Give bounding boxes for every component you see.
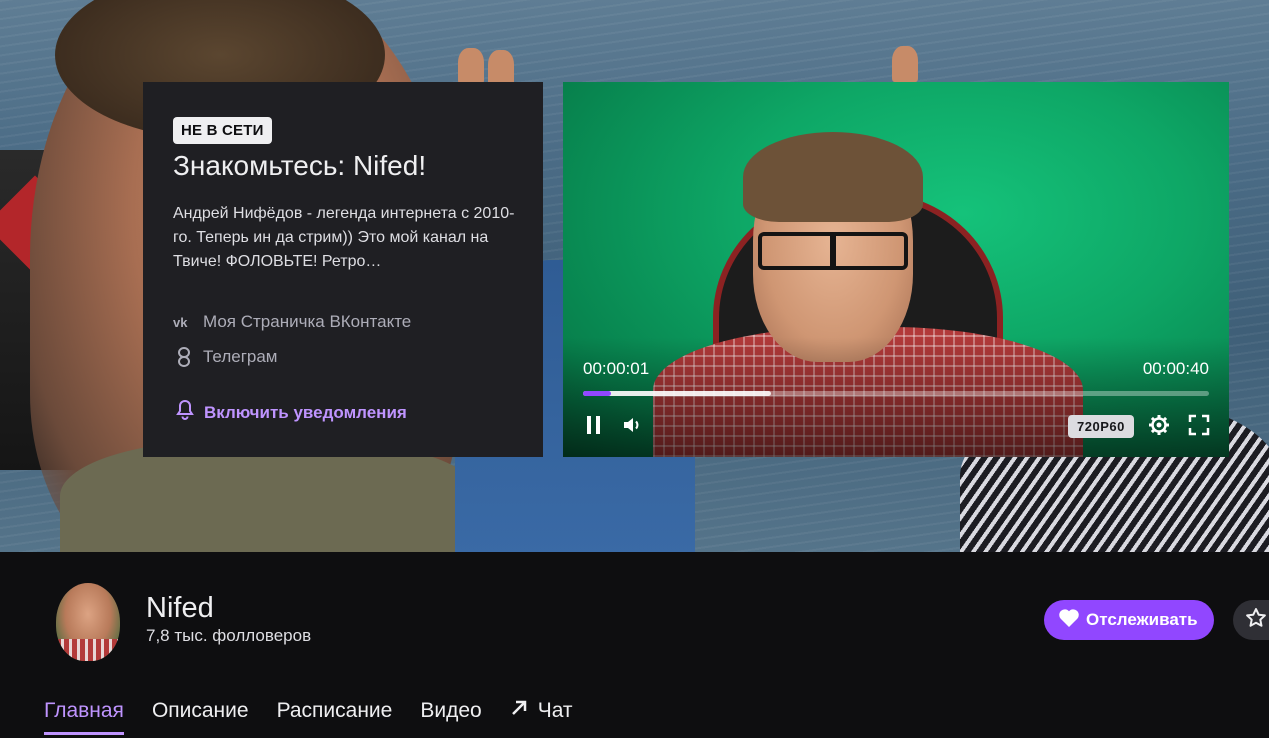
telegram-link[interactable]: Телеграм — [173, 347, 278, 367]
vk-link[interactable]: vk Моя Страничка ВКонтакте — [173, 312, 411, 332]
channel-tabs: Главная Описание Расписание Видео Чат — [44, 699, 573, 735]
settings-button[interactable] — [1146, 414, 1172, 440]
offline-badge: НЕ В СЕТИ — [173, 117, 272, 144]
pause-icon — [585, 415, 603, 440]
favorite-button[interactable] — [1233, 600, 1269, 640]
follow-button[interactable]: Отслеживать — [1044, 600, 1214, 640]
current-time: 00:00:01 — [583, 359, 650, 378]
star-icon — [1245, 607, 1267, 634]
video-controls-shade — [563, 337, 1229, 457]
banner-beach-person — [488, 50, 514, 86]
played-bar — [583, 391, 612, 396]
buffer-bar — [583, 391, 771, 396]
seek-bar[interactable] — [583, 391, 1209, 396]
enable-notifications-button[interactable]: Включить уведомления — [176, 399, 407, 425]
avatar[interactable] — [56, 583, 120, 661]
tab-home[interactable]: Главная — [44, 699, 124, 735]
offline-about-panel: НЕ В СЕТИ Знакомьтесь: Nifed! Андрей Ниф… — [143, 82, 543, 457]
follower-count: 7,8 тыс. фолловеров — [146, 626, 312, 645]
tab-about[interactable]: Описание — [152, 699, 249, 735]
telegram-link-label: Телеграм — [203, 347, 278, 366]
bell-icon — [176, 399, 194, 425]
tab-label: Главная — [44, 699, 124, 722]
link-icon — [173, 347, 195, 367]
video-glasses — [758, 232, 908, 270]
enable-notifications-label: Включить уведомления — [204, 402, 407, 422]
tab-chat[interactable]: Чат — [510, 699, 573, 735]
fullscreen-button[interactable] — [1186, 414, 1212, 440]
tab-label: Видео — [420, 699, 482, 722]
video-player[interactable]: 00:00:01 00:00:40 720P60 — [563, 82, 1229, 457]
about-title: Знакомьтесь: Nifed! — [173, 150, 427, 181]
quality-badge[interactable]: 720P60 — [1068, 415, 1134, 438]
video-hair — [743, 132, 923, 222]
tab-label: Описание — [151, 699, 249, 722]
volume-button[interactable] — [619, 414, 645, 440]
svg-text:vk: vk — [173, 315, 188, 329]
channel-name[interactable]: Nifed — [146, 592, 214, 625]
tab-label: Расписание — [276, 699, 393, 722]
banner-beach-person — [458, 48, 484, 84]
banner-beach-person — [892, 46, 918, 82]
volume-icon — [622, 415, 642, 440]
tab-videos[interactable]: Видео — [420, 699, 481, 735]
external-link-arrow-icon — [510, 699, 528, 723]
duration: 00:00:40 — [1142, 359, 1209, 378]
gear-icon — [1148, 414, 1170, 441]
tab-label: Чат — [537, 699, 573, 722]
tab-schedule[interactable]: Расписание — [277, 699, 393, 735]
fullscreen-icon — [1188, 414, 1210, 441]
pause-button[interactable] — [581, 414, 607, 440]
about-description: Андрей Нифёдов - легенда интернета с 201… — [173, 205, 515, 270]
follow-button-label: Отслеживать — [1086, 610, 1198, 629]
vk-link-label: Моя Страничка ВКонтакте — [203, 312, 412, 331]
heart-icon — [1058, 608, 1080, 633]
vk-icon: vk — [173, 312, 195, 332]
